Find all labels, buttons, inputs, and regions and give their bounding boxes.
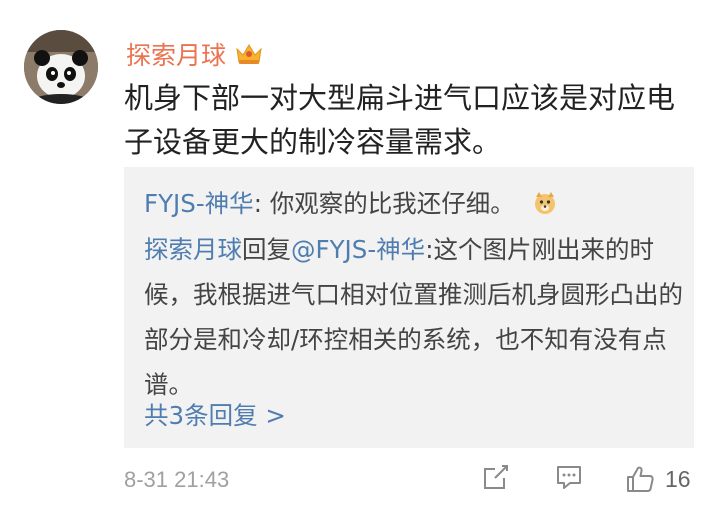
reply-item[interactable]: 探索月球回复@FYJS-神华:这个图片刚出来的时候，我根据进气口相对位置推测后机… (144, 227, 684, 407)
comment-timestamp: 8-31 21:43 (124, 467, 230, 492)
doge-emoji-icon (533, 191, 557, 215)
comment-text: 机身下部一对大型扁斗进气口应该是对应电子设备更大的制冷容量需求。 (124, 81, 676, 159)
avatar[interactable] (24, 30, 98, 104)
like-button[interactable]: 16 (625, 463, 691, 495)
share-button[interactable] (482, 463, 510, 491)
reply-text: 你观察的比我还仔细。 (261, 189, 515, 218)
more-replies-link[interactable]: 共3条回复 > (144, 397, 286, 432)
comment-author[interactable]: 探索月球 (126, 36, 264, 72)
reply-mention[interactable]: @FYJS-神华 (291, 235, 425, 264)
panda-avatar-image (24, 30, 98, 104)
comment-button[interactable] (555, 463, 583, 491)
like-count: 16 (665, 465, 691, 492)
reply-author[interactable]: FYJS-神华 (144, 189, 254, 218)
reply-box[interactable]: FYJS-神华: 你观察的比我还仔细。 探索月球回复@FYJS-神华:这个图片刚… (124, 167, 694, 448)
reply-item[interactable]: FYJS-神华: 你观察的比我还仔细。 (144, 185, 557, 220)
reply-separator: : (253, 189, 262, 218)
thumbs-up-icon (627, 466, 654, 492)
crown-badge-icon (234, 41, 264, 67)
share-icon (484, 465, 508, 489)
username-text[interactable]: 探索月球 (126, 36, 226, 72)
reply-word: 回复 (242, 235, 291, 264)
reply-author[interactable]: 探索月球 (144, 235, 242, 264)
comment-icon (557, 466, 581, 489)
